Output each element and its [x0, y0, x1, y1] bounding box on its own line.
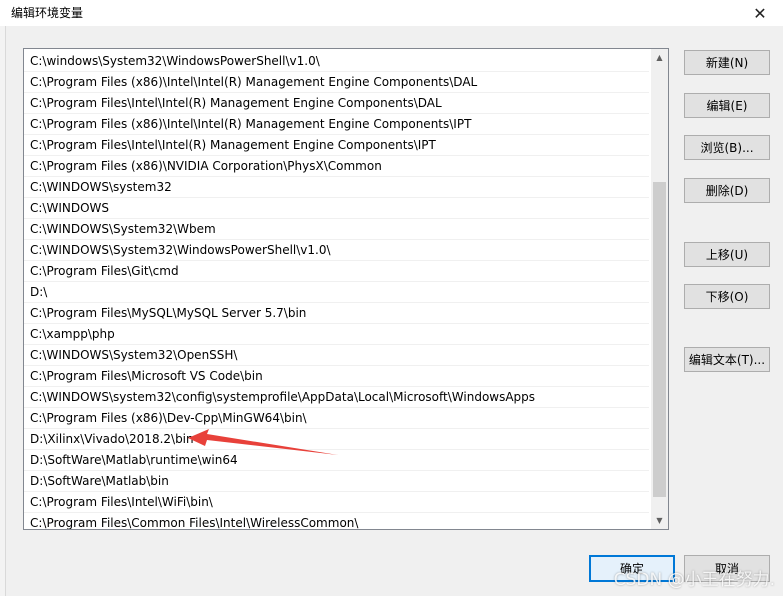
path-list-item[interactable]: C:\WINDOWS — [24, 198, 649, 219]
title-bar: 编辑环境变量 ✕ — [0, 0, 783, 26]
path-list-item[interactable]: C:\Program Files\MySQL\MySQL Server 5.7\… — [24, 303, 649, 324]
path-list-item[interactable]: C:\Program Files (x86)\Dev-Cpp\MinGW64\b… — [24, 408, 649, 429]
vertical-scrollbar[interactable]: ▲ ▼ — [651, 49, 668, 529]
path-list-item[interactable]: C:\Program Files\Intel\Intel(R) Manageme… — [24, 93, 649, 114]
path-list-item[interactable]: C:\windows\System32\WindowsPowerShell\v1… — [24, 51, 649, 72]
path-list-item[interactable]: D:\SoftWare\Matlab\runtime\win64 — [24, 450, 649, 471]
path-list-item[interactable]: C:\WINDOWS\System32\OpenSSH\ — [24, 345, 649, 366]
path-list-item[interactable]: C:\WINDOWS\System32\WindowsPowerShell\v1… — [24, 240, 649, 261]
close-icon[interactable]: ✕ — [737, 0, 783, 26]
path-list-item[interactable]: D:\SoftWare\Matlab\bin — [24, 471, 649, 492]
scroll-up-icon[interactable]: ▲ — [651, 49, 668, 66]
browse-button[interactable]: 浏览(B)... — [684, 135, 770, 160]
path-list-item[interactable]: C:\Program Files (x86)\Intel\Intel(R) Ma… — [24, 72, 649, 93]
path-list-item[interactable]: C:\Program Files\Microsoft VS Code\bin — [24, 366, 649, 387]
edit-text-button[interactable]: 编辑文本(T)... — [684, 347, 770, 372]
path-list[interactable]: C:\windows\System32\WindowsPowerShell\v1… — [23, 48, 669, 530]
scroll-down-icon[interactable]: ▼ — [651, 512, 668, 529]
path-list-item[interactable]: C:\xampp\php — [24, 324, 649, 345]
path-list-item[interactable]: C:\Program Files (x86)\Intel\Intel(R) Ma… — [24, 114, 649, 135]
delete-button[interactable]: 删除(D) — [684, 178, 770, 203]
scroll-thumb[interactable] — [653, 182, 666, 497]
path-list-item[interactable]: D:\Xilinx\Vivado\2018.2\bin — [24, 429, 649, 450]
window-title: 编辑环境变量 — [11, 6, 84, 20]
path-list-item[interactable]: C:\WINDOWS\system32 — [24, 177, 649, 198]
edit-button[interactable]: 编辑(E) — [684, 93, 770, 118]
path-list-item[interactable]: C:\Program Files\Intel\WiFi\bin\ — [24, 492, 649, 513]
path-list-item[interactable]: C:\WINDOWS\system32\config\systemprofile… — [24, 387, 649, 408]
path-list-item[interactable]: C:\Program Files\Common Files\Intel\Wire… — [24, 513, 649, 529]
move-down-button[interactable]: 下移(O) — [684, 284, 770, 309]
path-list-item[interactable]: D:\ — [24, 282, 649, 303]
path-list-rows: C:\windows\System32\WindowsPowerShell\v1… — [24, 51, 649, 529]
move-up-button[interactable]: 上移(U) — [684, 242, 770, 267]
path-list-item[interactable]: C:\Program Files\Intel\Intel(R) Manageme… — [24, 135, 649, 156]
new-button[interactable]: 新建(N) — [684, 50, 770, 75]
path-list-item[interactable]: C:\Program Files\Git\cmd — [24, 261, 649, 282]
watermark: CSDN @小王在努力. — [613, 570, 775, 590]
path-list-item[interactable]: C:\WINDOWS\System32\Wbem — [24, 219, 649, 240]
path-list-item[interactable]: C:\Program Files (x86)\NVIDIA Corporatio… — [24, 156, 649, 177]
